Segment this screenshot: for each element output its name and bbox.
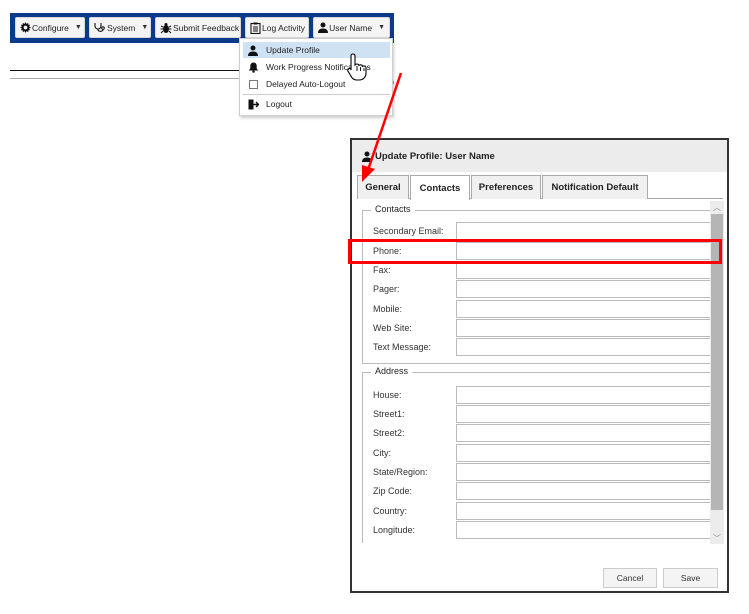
field-label: Street1:: [373, 409, 405, 419]
field-label: Fax:: [373, 265, 391, 275]
contacts-fieldset: Contacts Secondary Email: Phone: Fax: Pa…: [362, 204, 712, 364]
gear-icon: [20, 22, 31, 34]
text-message-input[interactable]: [456, 338, 712, 356]
tab-label: Contacts: [419, 182, 461, 194]
menu-item-label: Delayed Auto-Logout: [266, 79, 346, 89]
menu-item-label: Logout: [266, 99, 292, 109]
user-menu-button[interactable]: User Name ▼: [313, 17, 390, 38]
divider: [10, 78, 242, 79]
chevron-down-icon: ▼: [74, 24, 82, 31]
country-input[interactable]: [456, 502, 712, 520]
mobile-row: Mobile:: [373, 300, 712, 319]
text-message-row: Text Message:: [373, 338, 712, 357]
field-label: Mobile:: [373, 304, 403, 314]
house-input[interactable]: [456, 386, 712, 404]
state-region-row: State/Region:: [373, 463, 712, 482]
web-site-input[interactable]: [456, 319, 712, 337]
tab-contacts[interactable]: Contacts: [410, 175, 470, 200]
chevron-down-icon: ▼: [378, 24, 385, 31]
street2-row: Street2:: [373, 424, 712, 443]
user-name-label: User Name: [329, 22, 373, 33]
mobile-input[interactable]: [456, 300, 712, 318]
pager-row: Pager:: [373, 280, 712, 299]
hand-cursor-icon: [347, 53, 367, 81]
user-icon: [245, 45, 261, 56]
clipboard-icon: [250, 22, 261, 34]
tab-general[interactable]: General: [357, 175, 409, 199]
chevron-down-icon: ▼: [141, 24, 149, 31]
address-legend: Address: [371, 366, 413, 376]
cancel-button[interactable]: Cancel: [603, 568, 657, 588]
city-row: City:: [373, 444, 712, 463]
field-label: Longitude:: [373, 525, 416, 535]
field-label: Web Site:: [373, 323, 412, 333]
bug-icon: [160, 22, 172, 34]
chevron-down-icon[interactable]: ﹀: [710, 532, 724, 544]
field-label: Text Message:: [373, 342, 432, 352]
tab-label: General: [365, 182, 401, 193]
delayed-auto-logout-checkbox[interactable]: [248, 79, 258, 89]
tab-preferences[interactable]: Preferences: [471, 175, 541, 199]
longitude-input[interactable]: [456, 521, 712, 539]
submit-feedback-button[interactable]: Submit Feedback: [155, 17, 241, 38]
user-icon: [318, 22, 329, 34]
field-label: Secondary Email:: [373, 226, 444, 236]
tab-label: Preferences: [478, 182, 534, 193]
configure-menu-button[interactable]: Configure ▼: [15, 17, 85, 38]
logout-icon: [245, 99, 261, 110]
user-icon: [362, 151, 372, 162]
tab-notification-default[interactable]: Notification Default: [542, 175, 648, 199]
checkbox-wrapper: [245, 79, 261, 89]
menu-item-label: Update Profile: [266, 45, 320, 55]
contacts-legend: Contacts: [371, 204, 415, 214]
zip-code-row: Zip Code:: [373, 482, 712, 501]
street1-row: Street1:: [373, 405, 712, 424]
chevron-up-icon[interactable]: ︿: [710, 201, 724, 213]
field-label: State/Region:: [373, 467, 428, 477]
address-fieldset: Address House: Street1: Street2: City: S…: [362, 366, 712, 543]
menu-item-logout[interactable]: Logout: [243, 96, 390, 112]
field-label: Zip Code:: [373, 486, 413, 496]
save-button[interactable]: Save: [663, 568, 718, 588]
pager-input[interactable]: [456, 280, 712, 298]
bell-icon: [245, 62, 261, 73]
dialog-header: Update Profile: User Name: [352, 140, 727, 172]
field-label: City:: [373, 448, 391, 458]
submit-feedback-label: Submit Feedback: [173, 22, 240, 33]
city-input[interactable]: [456, 444, 712, 462]
field-label: Street2:: [373, 428, 405, 438]
system-label: System: [107, 22, 136, 33]
menu-separator: [243, 94, 390, 95]
tab-bar: General Contacts Preferences Notificatio…: [357, 174, 723, 200]
stethoscope-icon: [94, 22, 106, 34]
phone-highlight-box: [348, 239, 722, 264]
street2-input[interactable]: [456, 424, 712, 442]
field-label: Pager:: [373, 284, 400, 294]
log-activity-button[interactable]: Log Activity: [245, 17, 309, 38]
tab-label: Notification Default: [551, 182, 639, 193]
update-profile-dialog: Update Profile: User Name General Contac…: [350, 138, 729, 593]
state-region-input[interactable]: [456, 463, 712, 481]
system-menu-button[interactable]: System ▼: [89, 17, 151, 38]
configure-label: Configure: [32, 22, 69, 33]
log-activity-label: Log Activity: [262, 22, 305, 33]
secondary-email-input[interactable]: [456, 222, 712, 240]
country-row: Country:: [373, 502, 712, 521]
street1-input[interactable]: [456, 405, 712, 423]
house-row: House:: [373, 386, 712, 405]
field-label: Country:: [373, 506, 408, 516]
dialog-title: Update Profile: User Name: [375, 150, 495, 162]
zip-code-input[interactable]: [456, 482, 712, 500]
longitude-row: Longitude:: [373, 521, 712, 540]
field-label: House:: [373, 390, 402, 400]
web-site-row: Web Site:: [373, 319, 712, 338]
divider: [10, 70, 242, 71]
